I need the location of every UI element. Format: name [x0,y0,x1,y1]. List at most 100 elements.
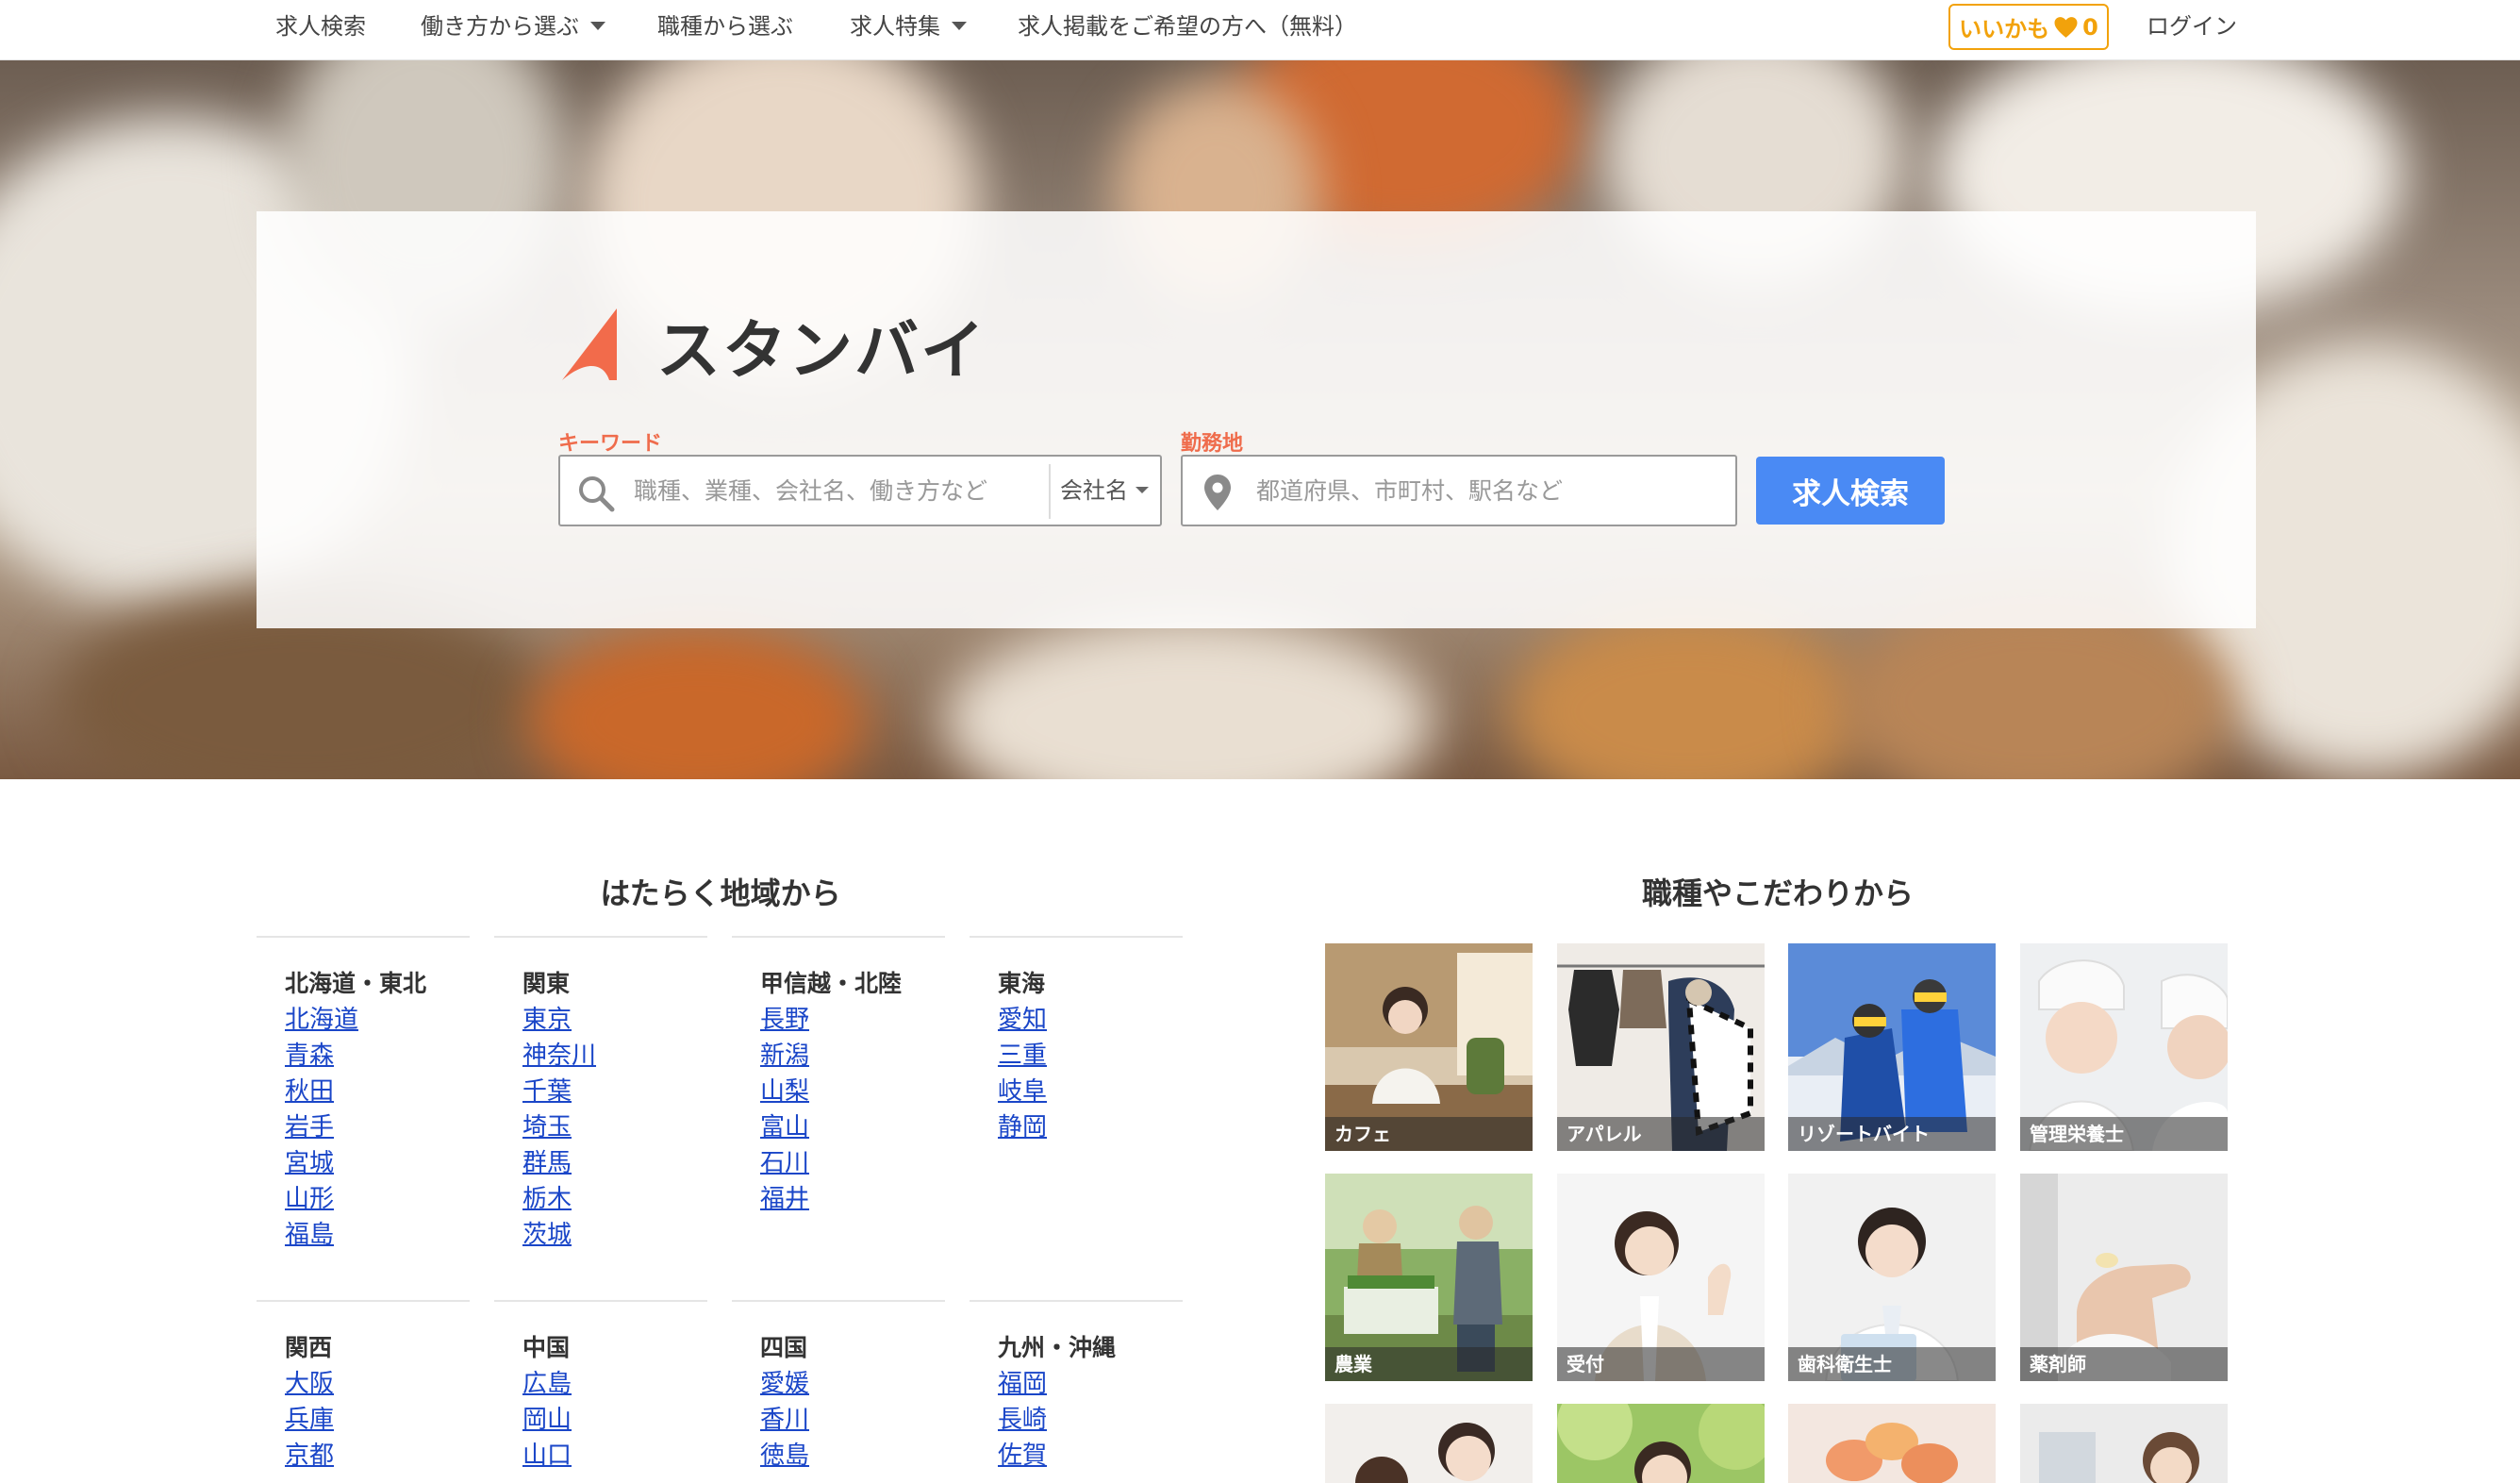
login-label: ログイン [2147,13,2237,40]
tile-label: 受付 [1557,1347,1765,1381]
prefecture-link[interactable]: 兵庫 [285,1402,470,1438]
nav-job-type[interactable]: 職種から選ぶ [657,0,793,53]
region-group: 中国 広島 岡山 山口 [494,1300,707,1474]
jobs-title: 職種やこだわりから [1641,875,1914,911]
prefecture-link[interactable]: 新潟 [760,1038,945,1074]
job-tile-dietitian[interactable]: 管理栄養士 [2020,943,2228,1151]
region-group: 関西 大阪 兵庫 京都 [257,1300,470,1474]
job-tile-cafe[interactable]: カフェ [1325,943,1533,1151]
tile-label: リゾートバイト [1788,1117,1996,1151]
job-tile-dental-hygienist[interactable]: 歯科衛生士 [1788,1174,1996,1381]
prefecture-link[interactable]: 千葉 [522,1074,707,1109]
region-name: 北海道・東北 [285,970,427,997]
top-navigation: 求人検索 働き方から選ぶ 職種から選ぶ 求人特集 求人掲載をご希望の方へ（無料）… [0,0,2520,60]
prefecture-link[interactable]: 愛知 [998,1002,1183,1038]
region-name: 中国 [522,1334,571,1361]
search-button[interactable]: 求人検索 [1756,457,1945,525]
regions-title: はたらく地域から [600,875,841,911]
heart-icon [2054,16,2078,38]
prefecture-link[interactable]: 東京 [522,1002,707,1038]
prefecture-link[interactable]: 群馬 [522,1145,707,1181]
brand-logo[interactable]: スタンバイ [558,298,986,392]
brand-mark-icon [562,308,617,380]
prefecture-link[interactable]: 岐阜 [998,1074,1183,1109]
prefecture-link[interactable]: 埼玉 [522,1109,707,1145]
nav-label: 求人特集 [850,13,940,40]
location-pin-icon [1204,475,1231,510]
prefecture-link[interactable]: 青森 [285,1038,470,1074]
prefecture-link[interactable]: 茨城 [522,1217,707,1253]
favorites-button[interactable]: いいかも 0 [1948,4,2109,50]
prefecture-link[interactable]: 福島 [285,1217,470,1253]
tile-label: 歯科衛生士 [1788,1347,1996,1381]
tile-label: カフェ [1325,1117,1533,1151]
prefecture-link[interactable]: 長野 [760,1002,945,1038]
job-tile-apparel[interactable]: アパレル [1557,943,1765,1151]
prefecture-link[interactable]: 静岡 [998,1109,1183,1145]
favorites-label: いいかも [1959,16,2050,42]
region-group: 関東 東京 神奈川 千葉 埼玉 群馬 栃木 茨城 [494,936,707,1253]
region-name: 四国 [760,1334,808,1361]
job-tile-row3-2[interactable] [1557,1404,1765,1483]
job-tile-agriculture[interactable]: 農業 [1325,1174,1533,1381]
nav-label: 求人掲載をご希望の方へ（無料） [1018,13,1357,40]
keyword-type-select[interactable]: 会社名 [1060,457,1149,525]
prefecture-link[interactable]: 大阪 [285,1366,470,1402]
job-tile-reception[interactable]: 受付 [1557,1174,1765,1381]
job-tile-row3-1[interactable] [1325,1404,1533,1483]
nav-post-job[interactable]: 求人掲載をご希望の方へ（無料） [1018,0,1357,53]
region-group: 甲信越・北陸 長野 新潟 山梨 富山 石川 福井 [732,936,945,1217]
prefecture-link[interactable]: 北海道 [285,1002,470,1038]
prefecture-link[interactable]: 神奈川 [522,1038,707,1074]
job-tile-pharmacist[interactable]: 薬剤師 [2020,1174,2228,1381]
location-label: 勤務地 [1181,432,1244,456]
nav-work-style[interactable]: 働き方から選ぶ [421,0,605,53]
prefecture-link[interactable]: 栃木 [522,1181,707,1217]
nav-features[interactable]: 求人特集 [850,0,967,53]
prefecture-link[interactable]: 香川 [760,1402,945,1438]
prefecture-link[interactable]: 山形 [285,1181,470,1217]
prefecture-link[interactable]: 徳島 [760,1438,945,1474]
location-search-box [1181,455,1737,526]
prefecture-link[interactable]: 宮城 [285,1145,470,1181]
nav-label: 求人検索 [275,13,366,40]
prefecture-link[interactable]: 京都 [285,1438,470,1474]
region-group: 東海 愛知 三重 岐阜 静岡 [970,936,1183,1145]
prefecture-link[interactable]: 山口 [522,1438,707,1474]
region-group: 九州・沖縄 福岡 長崎 佐賀 [970,1300,1183,1474]
prefecture-link[interactable]: 山梨 [760,1074,945,1109]
tile-label: 管理栄養士 [2020,1117,2228,1151]
login-link[interactable]: ログイン [2147,0,2237,53]
keyword-input[interactable] [634,457,1049,525]
region-name: 関西 [285,1334,333,1361]
nav-job-search[interactable]: 求人検索 [275,0,366,53]
prefecture-link[interactable]: 岩手 [285,1109,470,1145]
job-tile-row3-4[interactable] [2020,1404,2228,1483]
divider [1049,464,1051,519]
prefecture-link[interactable]: 秋田 [285,1074,470,1109]
caret-down-icon [1136,486,1149,493]
prefecture-link[interactable]: 長崎 [998,1402,1183,1438]
job-tile-row3-3[interactable] [1788,1404,1996,1483]
prefecture-link[interactable]: 佐賀 [998,1438,1183,1474]
prefecture-link[interactable]: 岡山 [522,1402,707,1438]
prefecture-link[interactable]: 石川 [760,1145,945,1181]
keyword-type-value: 会社名 [1060,477,1128,504]
tile-label: 農業 [1325,1347,1533,1381]
prefecture-link[interactable]: 愛媛 [760,1366,945,1402]
prefecture-link[interactable]: 広島 [522,1366,707,1402]
nav-label: 職種から選ぶ [657,13,793,40]
search-panel: スタンバイ キーワード 会社名 勤務地 求人検索 [257,211,2256,628]
search-icon [579,476,615,512]
prefecture-link[interactable]: 福岡 [998,1366,1183,1402]
tile-label: アパレル [1557,1117,1765,1151]
location-input[interactable] [1256,457,1718,525]
prefecture-link[interactable]: 富山 [760,1109,945,1145]
job-photo-image [1788,1404,1996,1483]
prefecture-link[interactable]: 福井 [760,1181,945,1217]
keyword-label: キーワード [558,432,663,456]
prefecture-link[interactable]: 三重 [998,1038,1183,1074]
job-tile-resort[interactable]: リゾートバイト [1788,943,1996,1151]
caret-down-icon [590,21,605,30]
job-photo-image [1325,1404,1533,1483]
